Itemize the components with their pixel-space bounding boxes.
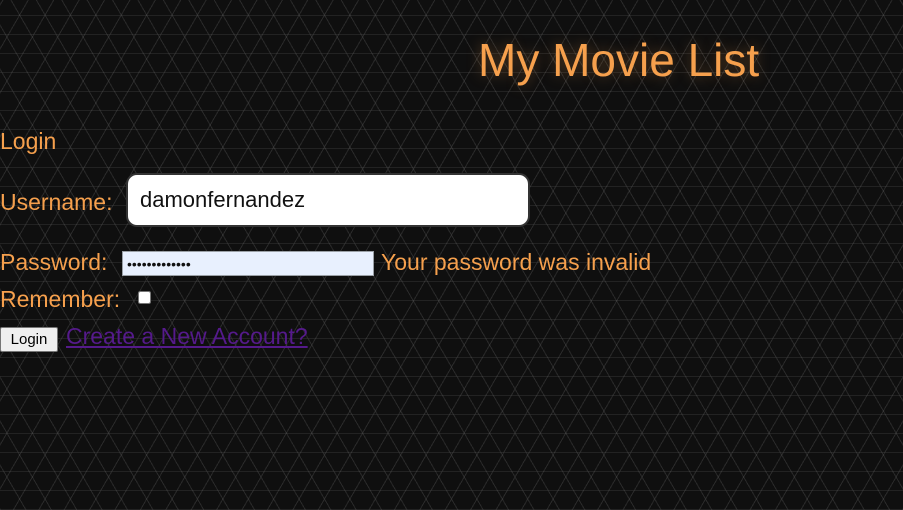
password-label: Password: — [0, 249, 108, 275]
username-input[interactable] — [126, 173, 530, 227]
username-label: Username: — [0, 189, 113, 215]
login-button[interactable]: Login — [0, 327, 58, 352]
password-error-message: Your password was invalid — [381, 249, 652, 275]
remember-checkbox[interactable] — [138, 291, 151, 304]
password-input[interactable] — [122, 251, 374, 276]
remember-label: Remember: — [0, 286, 121, 312]
create-account-link[interactable]: Create a New Account? — [66, 322, 308, 350]
page-title: My Movie List — [478, 34, 760, 86]
login-heading: Login — [0, 128, 57, 154]
